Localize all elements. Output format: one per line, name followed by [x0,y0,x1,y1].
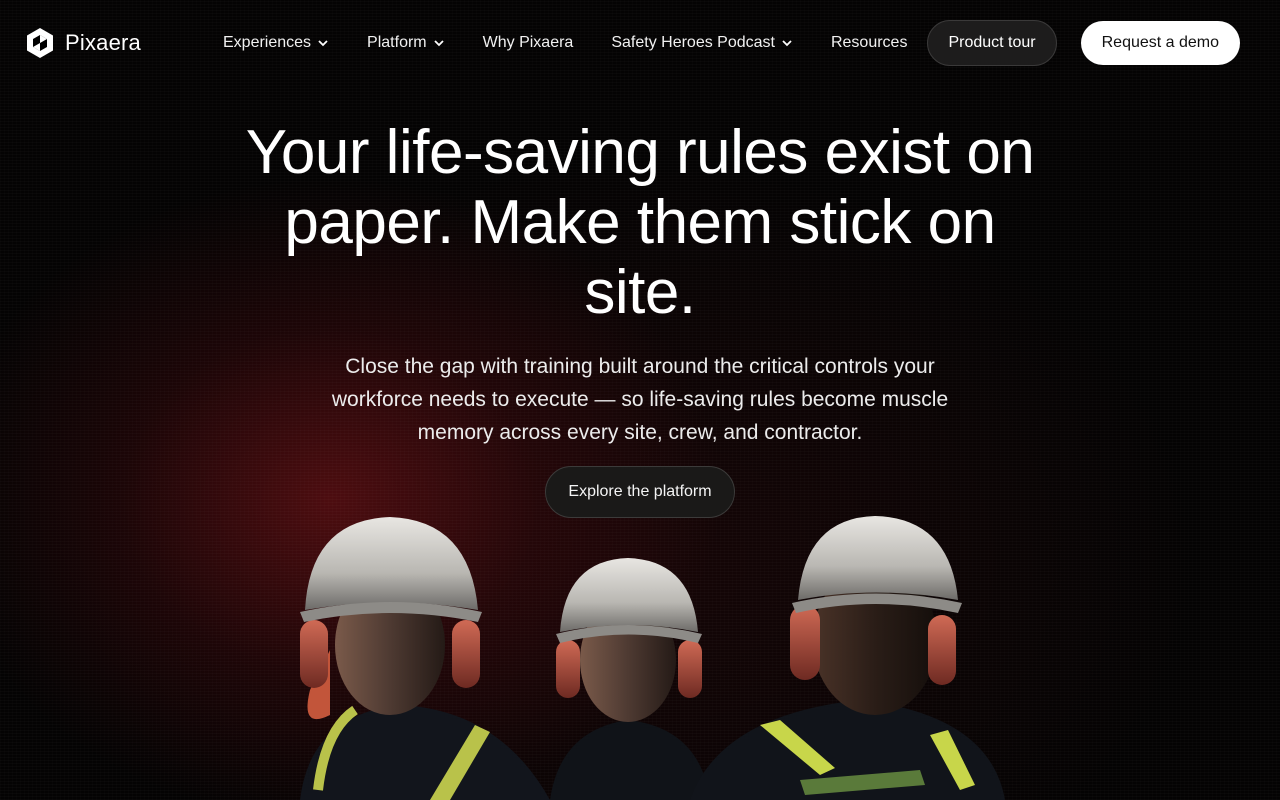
nav-item-why-pixaera[interactable]: Why Pixaera [464,20,593,66]
workers-illustration [300,516,1005,800]
nav-item-label: Safety Heroes Podcast [611,34,775,51]
nav-item-label: Experiences [223,34,312,51]
hero-section: Your life-saving rules exist on paper. M… [0,118,1280,518]
nav-item-label: Platform [367,34,427,51]
nav-item-resources[interactable]: Resources [812,20,926,66]
nav-item-platform[interactable]: Platform [348,20,464,66]
nav-links: Experiences Platform Why Pixaera Safety … [214,20,1057,66]
hero-headline: Your life-saving rules exist on paper. M… [245,118,1035,327]
chevron-down-icon [782,40,792,47]
worker-figure [300,517,550,800]
brand-logo[interactable]: Pixaera [24,27,214,59]
hero-subtext: Close the gap with training built around… [331,355,949,444]
nav-item-safety-heroes-podcast[interactable]: Safety Heroes Podcast [592,20,812,66]
brand-name: Pixaera [65,30,141,55]
explore-platform-button[interactable]: Explore the platform [545,466,735,518]
top-navigation: Pixaera Experiences Platform Why Pixaera… [0,0,1280,86]
nav-item-label: Why Pixaera [482,34,574,51]
product-tour-button[interactable]: Product tour [927,20,1057,66]
request-demo-button[interactable]: Request a demo [1080,21,1241,65]
worker-figure [690,516,1005,800]
nav-item-experiences[interactable]: Experiences [214,20,348,66]
worker-figure [550,558,710,800]
chevron-down-icon [318,40,328,47]
pixaera-logo-icon [27,28,53,58]
nav-item-label: Resources [830,34,908,51]
chevron-down-icon [433,40,444,47]
